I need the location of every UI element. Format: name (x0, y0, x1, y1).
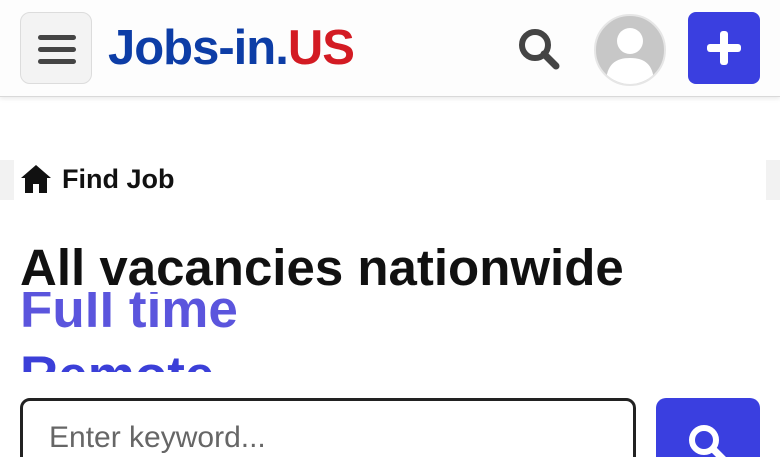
home-icon (21, 165, 51, 193)
keyword-search-input[interactable] (20, 398, 636, 457)
menu-button[interactable] (20, 12, 92, 84)
breadcrumb[interactable]: Find Job (20, 160, 174, 198)
breadcrumb-bg-left (0, 160, 14, 200)
user-avatar-icon (606, 28, 654, 84)
add-job-button[interactable] (688, 12, 760, 84)
page: Jobs-in.US Find Job All vacancies nation… (0, 0, 780, 457)
menu-bar (38, 47, 76, 52)
breadcrumb-label[interactable]: Find Job (62, 164, 174, 195)
rotating-job-types: Full time Remote (20, 292, 620, 372)
search-icon (689, 425, 726, 457)
header-search-button[interactable] (516, 26, 562, 72)
search-icon (519, 29, 560, 70)
top-header: Jobs-in.US (0, 0, 780, 97)
logo-text-main: Jobs-in. (108, 21, 289, 75)
menu-bar (38, 59, 76, 64)
search-submit-button[interactable] (656, 398, 760, 457)
breadcrumb-bg-right (766, 160, 780, 200)
logo-text-suffix: US (287, 21, 355, 75)
user-avatar[interactable] (594, 14, 666, 86)
page-title: All vacancies nationwide (20, 239, 624, 296)
rotating-term: Remote (20, 346, 214, 372)
menu-bar (38, 35, 76, 40)
site-logo[interactable]: Jobs-in.US (108, 18, 355, 78)
plus-icon-vertical (720, 31, 728, 65)
